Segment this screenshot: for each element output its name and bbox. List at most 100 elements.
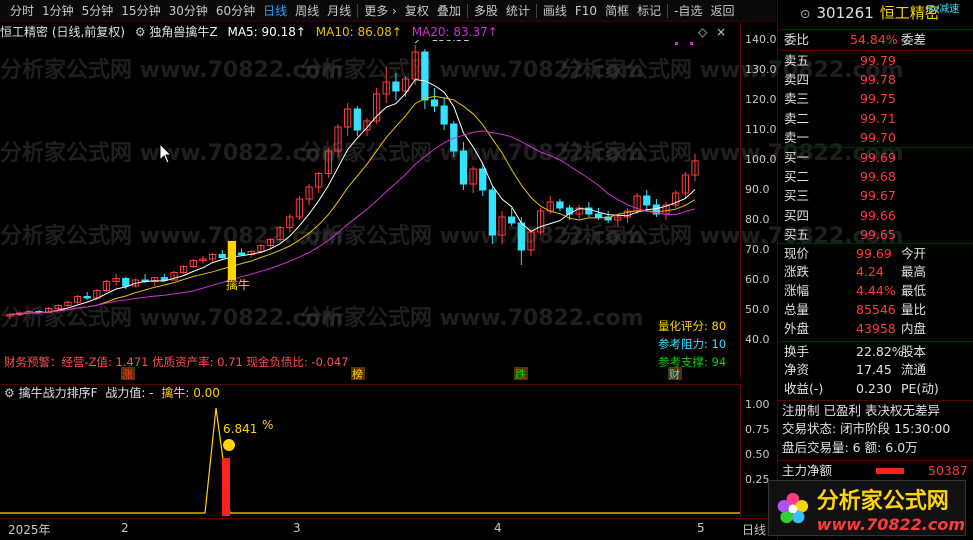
bid-level-price[interactable]: 99.68 xyxy=(860,167,896,186)
gear-icon[interactable]: ⚙ xyxy=(4,386,15,400)
ask-level-price[interactable]: 99.70 xyxy=(860,128,896,147)
fund-stat: 换手 22.82% 股本 xyxy=(778,341,973,360)
marker-dot xyxy=(675,42,678,45)
toolbar-item[interactable]: 月线 xyxy=(323,0,355,22)
stock-title: 恒工精密 (日线,前复权) xyxy=(0,25,125,39)
stat-right-label: 股本 xyxy=(901,344,927,359)
candle-body xyxy=(430,99,439,107)
bid-level: 买五 99.65 xyxy=(778,225,973,244)
price-tick: 100.0 xyxy=(745,153,777,166)
toolbar-item[interactable]: 简框 xyxy=(601,0,633,22)
site-logo: 分析家公式网 www.70822.com xyxy=(768,480,966,536)
logo-text: 分析家公式网 xyxy=(816,488,949,514)
toolbar-item[interactable]: 30分钟 xyxy=(165,0,212,22)
buy-label: 擒牛 xyxy=(226,277,250,292)
stat-label: 换手 xyxy=(784,344,810,359)
price-tick: 120.0 xyxy=(745,93,777,106)
toolbar-item[interactable]: 5分钟 xyxy=(78,0,118,22)
sub-indicator-chart[interactable]: 6.841% xyxy=(0,400,740,518)
ask-level-price[interactable]: 99.75 xyxy=(860,89,896,108)
toolbar-item[interactable]: 标记 xyxy=(633,0,665,22)
bid-level: 买二 99.68 xyxy=(778,167,973,186)
toolbar-item[interactable]: 画线 xyxy=(539,0,571,22)
toolbar-item[interactable]: 1分钟 xyxy=(38,0,78,22)
toolbar-item[interactable]: 周线 xyxy=(291,0,323,22)
bid-level: 买四 99.66 xyxy=(778,206,973,225)
ask-level-price[interactable]: 99.71 xyxy=(860,109,896,128)
stat-value: 85546 xyxy=(856,302,896,317)
ask-level-price[interactable]: 99.79 xyxy=(860,51,896,70)
toolbar-item[interactable]: 叠加 xyxy=(433,0,465,22)
toolbar-item[interactable]: 更多 › xyxy=(360,0,401,22)
stat-value: 22.82% xyxy=(856,344,904,359)
date-axis: 2025年 2 3 4 5 日线 xyxy=(0,518,776,540)
toolbar-item[interactable]: 返回 xyxy=(706,0,738,22)
trade-status: 交易状态: 闭市阶段 15:30:00 xyxy=(782,421,951,436)
ask-level: 卖四 99.78 xyxy=(778,70,973,89)
smile-icon xyxy=(223,439,235,451)
candlestick-chart[interactable]: 138.31擒牛涨榜跌财 xyxy=(0,40,740,380)
close-icon[interactable]: × xyxy=(716,23,726,41)
sub-title[interactable]: 擒牛战力排序F xyxy=(19,386,98,400)
stat-value: 0.230 xyxy=(856,381,892,396)
stat-label: 涨幅 xyxy=(784,283,810,298)
toolbar-item[interactable]: -自选 xyxy=(670,0,706,22)
sub-tick: 1.00 xyxy=(745,398,770,411)
period-label[interactable]: 日线 xyxy=(742,521,766,538)
bid-level-label: 买四 xyxy=(784,207,810,223)
chevron-down-icon[interactable]: ⊙ xyxy=(800,6,810,21)
bid-level: 买一 99.69 xyxy=(778,147,973,166)
bid-level-price[interactable]: 99.65 xyxy=(860,225,896,244)
bid-level-price[interactable]: 99.69 xyxy=(860,148,896,167)
ma10-label: MA10: 86.08↑ xyxy=(315,25,402,39)
toolbar-item[interactable]: 统计 xyxy=(502,0,534,22)
quote-stat: 涨跌 4.24 最高 xyxy=(778,262,973,281)
bid-level-price[interactable]: 99.67 xyxy=(860,186,896,205)
status-row: 交易状态: 闭市阶段 15:30:00 xyxy=(778,419,973,438)
bid-level-price[interactable]: 99.66 xyxy=(860,206,896,225)
toolbar-item[interactable]: 复权 xyxy=(401,0,433,22)
buy-candle xyxy=(227,241,237,280)
gear-icon[interactable]: ⚙ xyxy=(135,25,146,39)
date-label: 2025年 xyxy=(8,523,51,537)
weibi-value: 54.84% xyxy=(850,32,898,47)
peak-label: 138.31 xyxy=(431,40,470,44)
ma20-label: MA20: 83.37↑ xyxy=(411,25,498,39)
stat-label: 外盘 xyxy=(784,321,810,336)
quant-label: 量化评分: 80 xyxy=(658,319,727,333)
stat-label: 涨跌 xyxy=(784,264,810,279)
stat-label: 净资 xyxy=(784,362,810,377)
candle-body xyxy=(479,168,487,191)
quote-stat: 涨幅 4.44% 最低 xyxy=(778,281,973,300)
toolbar-divider xyxy=(357,3,359,18)
status-badge: RV减速 xyxy=(926,4,960,15)
candle-body xyxy=(421,51,429,101)
toolbar-item[interactable]: 日线 xyxy=(259,0,291,22)
toolbar-item[interactable]: 15分钟 xyxy=(117,0,164,22)
stat-right-label: 量比 xyxy=(901,302,927,317)
toolbar-item[interactable]: 分时 xyxy=(6,0,38,22)
indicator-name[interactable]: 独角兽擒牛Z xyxy=(149,25,217,39)
score-unit: % xyxy=(262,418,273,432)
stock-code: 301261 xyxy=(816,4,874,22)
toolbar-item[interactable]: F10 xyxy=(571,0,601,22)
ma20-line xyxy=(9,130,696,315)
toolbar-item[interactable]: 多股 xyxy=(470,0,502,22)
stat-right-label: 今开 xyxy=(901,246,927,261)
diamond-icon[interactable]: ◇ xyxy=(698,23,707,41)
logo-url: www.70822.com xyxy=(816,514,965,534)
price-tick: 40.0 xyxy=(745,333,770,346)
stat-right-label: 流通 xyxy=(901,362,927,377)
reg-info: 注册制 已盈利 表决权无差异 xyxy=(782,403,940,418)
stat-right-label: PE(动) xyxy=(901,381,939,396)
price-tick: 60.0 xyxy=(745,273,770,286)
ma5-label: MA5: 90.18↑ xyxy=(227,25,306,39)
stat-right-label: 最高 xyxy=(901,264,927,279)
indicator-header: ⚙ 擒牛战力排序F 战力值: - 擒牛: 0.00 xyxy=(0,384,740,400)
date-label: 3 xyxy=(293,521,301,535)
qn-value: 擒牛: 0.00 xyxy=(161,386,220,400)
toolbar-item[interactable]: 60分钟 xyxy=(212,0,259,22)
ask-level-price[interactable]: 99.78 xyxy=(860,70,896,89)
event-marker-label: 榜 xyxy=(352,367,363,380)
quote-stat: 现价 99.69 今开 xyxy=(778,243,973,262)
